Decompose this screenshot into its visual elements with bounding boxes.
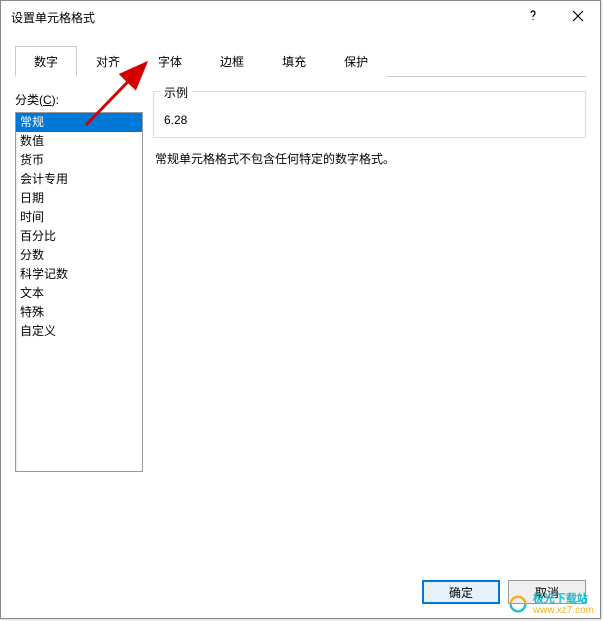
close-button[interactable] (555, 1, 600, 31)
tab-font[interactable]: 字体 (139, 46, 201, 77)
category-item-special[interactable]: 特殊 (16, 303, 142, 322)
ok-button[interactable]: 确定 (422, 580, 500, 604)
example-value: 6.28 (154, 109, 585, 127)
watermark-name: 极光下载站 (533, 593, 594, 605)
category-label-prefix: 分类( (15, 93, 43, 107)
tab-number[interactable]: 数字 (15, 46, 77, 77)
category-item-general[interactable]: 常规 (16, 113, 142, 132)
category-item-percentage[interactable]: 百分比 (16, 227, 142, 246)
help-icon (527, 10, 539, 22)
category-list[interactable]: 常规 数值 货币 会计专用 日期 时间 百分比 分数 科学记数 文本 特殊 自定… (15, 112, 143, 472)
category-panel: 分类(C): 常规 数值 货币 会计专用 日期 时间 百分比 分数 科学记数 文… (15, 91, 143, 547)
tabs: 数字 对齐 字体 边框 填充 保护 (15, 45, 586, 77)
category-label-suffix: ): (52, 93, 59, 107)
tab-fill[interactable]: 填充 (263, 46, 325, 77)
watermark-url: www.xz7.com (533, 605, 594, 616)
close-icon (572, 10, 584, 22)
tab-border[interactable]: 边框 (201, 46, 263, 77)
example-box: 示例 6.28 (153, 91, 586, 138)
category-label-accel: C (43, 93, 52, 107)
tab-content: 分类(C): 常规 数值 货币 会计专用 日期 时间 百分比 分数 科学记数 文… (15, 77, 586, 547)
category-item-time[interactable]: 时间 (16, 208, 142, 227)
titlebar-buttons (510, 1, 600, 33)
watermark: 极光下载站 www.xz7.com (507, 593, 594, 616)
help-button[interactable] (510, 1, 555, 31)
category-item-text[interactable]: 文本 (16, 284, 142, 303)
watermark-text: 极光下载站 www.xz7.com (533, 593, 594, 616)
watermark-logo-icon (507, 593, 529, 615)
titlebar: 设置单元格格式 (1, 1, 600, 33)
category-label: 分类(C): (15, 91, 143, 108)
dialog-body: 数字 对齐 字体 边框 填充 保护 分类(C): 常规 数值 货币 会计专用 日… (1, 33, 600, 618)
category-item-fraction[interactable]: 分数 (16, 246, 142, 265)
category-item-number[interactable]: 数值 (16, 132, 142, 151)
category-item-currency[interactable]: 货币 (16, 151, 142, 170)
detail-panel: 示例 6.28 常规单元格格式不包含任何特定的数字格式。 (153, 91, 586, 547)
tab-protection[interactable]: 保护 (325, 46, 387, 77)
category-item-date[interactable]: 日期 (16, 189, 142, 208)
category-item-custom[interactable]: 自定义 (16, 322, 142, 341)
tab-alignment[interactable]: 对齐 (77, 46, 139, 77)
dialog-title: 设置单元格格式 (11, 9, 95, 26)
example-label: 示例 (160, 84, 192, 101)
format-cells-dialog: 设置单元格格式 数字 对齐 字体 边框 填充 保护 分类(C): (0, 0, 601, 619)
category-item-scientific[interactable]: 科学记数 (16, 265, 142, 284)
category-item-accounting[interactable]: 会计专用 (16, 170, 142, 189)
format-description: 常规单元格格式不包含任何特定的数字格式。 (153, 150, 586, 167)
